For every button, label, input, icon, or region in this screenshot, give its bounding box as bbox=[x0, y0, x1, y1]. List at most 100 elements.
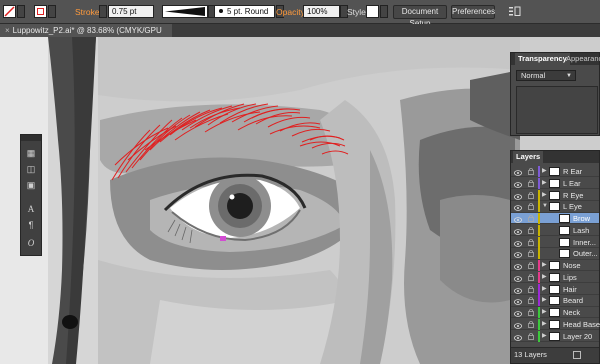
layer-row[interactable]: Outer... bbox=[511, 248, 599, 260]
layer-name: Hair bbox=[563, 284, 577, 294]
lock-icon[interactable] bbox=[527, 226, 535, 234]
layer-row[interactable]: ▶ Hair bbox=[511, 283, 599, 295]
lock-icon[interactable] bbox=[527, 285, 535, 293]
document-tab[interactable]: ×Luppowitz_P2.ai* @ 83.68% (CMYK/GPU Pre… bbox=[0, 24, 172, 48]
layer-row[interactable]: ▶ Beard bbox=[511, 295, 599, 307]
lock-icon[interactable] bbox=[527, 202, 535, 211]
layer-row[interactable]: Inner... bbox=[511, 236, 599, 248]
layer-thumbnail bbox=[549, 178, 560, 188]
style-swatch[interactable] bbox=[366, 5, 379, 18]
lock-icon[interactable] bbox=[527, 249, 535, 258]
chevron-right-icon[interactable]: ▶ bbox=[542, 331, 547, 342]
grid-icon[interactable]: ▦ bbox=[25, 147, 37, 159]
lock-icon[interactable] bbox=[527, 320, 535, 328]
pathfinder-icon[interactable]: ▣ bbox=[25, 179, 37, 191]
stroke-weight-field[interactable]: 0.75 pt bbox=[108, 5, 154, 18]
lock-icon[interactable] bbox=[527, 296, 535, 305]
visibility-eye-icon[interactable] bbox=[514, 274, 522, 282]
variable-width-profile[interactable] bbox=[162, 5, 208, 18]
chevron-right-icon[interactable]: ▶ bbox=[542, 166, 547, 177]
layer-row[interactable]: ▶ Head Base bbox=[511, 318, 600, 331]
visibility-eye-icon[interactable] bbox=[514, 250, 522, 259]
layer-thumbnail bbox=[549, 261, 560, 270]
visibility-eye-icon[interactable] bbox=[514, 239, 522, 247]
chevron-right-icon[interactable]: ▶ bbox=[542, 178, 547, 189]
panel-grip[interactable] bbox=[21, 135, 41, 141]
opentype-icon[interactable]: O bbox=[25, 237, 37, 249]
chevron-right-icon[interactable]: ▶ bbox=[542, 272, 547, 283]
tab-layers[interactable]: Layers bbox=[513, 151, 544, 163]
lock-icon[interactable] bbox=[527, 238, 535, 246]
lock-icon[interactable] bbox=[527, 167, 535, 175]
fill-swatch[interactable] bbox=[3, 5, 16, 18]
chevron-down-icon[interactable]: ▼ bbox=[542, 201, 548, 212]
layer-row[interactable]: ▶ Layer 20 bbox=[511, 330, 599, 342]
brush-definition[interactable]: 5 pt. Round bbox=[214, 5, 275, 18]
preferences-button[interactable]: Preferences bbox=[451, 5, 495, 19]
arrange-documents-icon[interactable] bbox=[508, 5, 522, 17]
transparency-panel: Transparency Appearance Normal ▼ bbox=[510, 52, 600, 136]
visibility-eye-icon[interactable] bbox=[514, 168, 522, 176]
visibility-eye-icon[interactable] bbox=[514, 309, 522, 317]
lock-icon[interactable] bbox=[527, 308, 535, 316]
stroke-swatch[interactable] bbox=[34, 5, 47, 18]
visibility-eye-icon[interactable] bbox=[514, 333, 522, 341]
lock-icon[interactable] bbox=[527, 191, 535, 199]
layer-row[interactable]: ▶ Neck bbox=[511, 307, 599, 319]
transform-icon[interactable]: ◫ bbox=[25, 163, 37, 175]
lock-icon[interactable] bbox=[527, 273, 535, 281]
character-icon[interactable]: A bbox=[25, 203, 37, 215]
layer-row[interactable]: ▶ R Eye bbox=[511, 189, 599, 201]
layer-row[interactable]: Brow bbox=[511, 213, 599, 225]
layer-color-indicator bbox=[538, 201, 540, 213]
visibility-eye-icon[interactable] bbox=[514, 215, 522, 223]
layer-color-indicator bbox=[538, 213, 540, 224]
chevron-right-icon[interactable]: ▶ bbox=[542, 190, 547, 201]
layer-row[interactable]: ▶ L Ear bbox=[511, 177, 599, 190]
layer-row[interactable]: ▼ L Eye bbox=[511, 201, 599, 213]
visibility-eye-icon[interactable] bbox=[514, 192, 522, 200]
stroke-weight-stepper[interactable] bbox=[99, 5, 107, 18]
style-dropdown[interactable] bbox=[380, 5, 388, 18]
visibility-eye-icon[interactable] bbox=[514, 203, 522, 212]
layer-name: Head Base bbox=[563, 319, 600, 329]
layer-name: Beard bbox=[563, 296, 584, 306]
lock-icon[interactable] bbox=[527, 332, 535, 340]
lock-icon[interactable] bbox=[527, 261, 535, 269]
chevron-right-icon[interactable]: ▶ bbox=[542, 319, 547, 330]
visibility-eye-icon[interactable] bbox=[514, 180, 522, 188]
chevron-right-icon[interactable]: ▶ bbox=[542, 284, 547, 295]
chevron-right-icon[interactable]: ▶ bbox=[542, 260, 547, 271]
layer-color-indicator bbox=[538, 260, 540, 271]
blend-mode-select[interactable]: Normal ▼ bbox=[516, 70, 576, 81]
tab-appearance[interactable]: Appearance bbox=[563, 53, 600, 65]
visibility-eye-icon[interactable] bbox=[514, 321, 522, 329]
stroke-dropdown[interactable] bbox=[48, 5, 56, 18]
layer-color-indicator bbox=[538, 166, 540, 177]
layer-row[interactable]: ▶ Lips bbox=[511, 271, 599, 284]
layers-panel: Layers ▶ R Ear ▶ L Ear ▶ R Eye ▼ L Eye Brow Lash I… bbox=[510, 150, 600, 364]
lock-icon[interactable] bbox=[527, 214, 535, 222]
chevron-right-icon[interactable]: ▶ bbox=[542, 295, 547, 306]
fill-dropdown[interactable] bbox=[17, 5, 25, 18]
document-setup-button[interactable]: Document Setup bbox=[393, 5, 447, 28]
visibility-eye-icon[interactable] bbox=[514, 286, 522, 294]
layer-row[interactable]: ▶ R Ear bbox=[511, 166, 599, 178]
opacity-field[interactable]: 100% bbox=[303, 5, 340, 18]
layer-row[interactable]: Lash bbox=[511, 224, 599, 237]
chevron-right-icon[interactable]: ▶ bbox=[542, 307, 547, 318]
stroke-label[interactable]: Stroke bbox=[75, 6, 100, 18]
layer-thumbnail bbox=[549, 272, 560, 282]
locate-object-icon[interactable] bbox=[573, 351, 581, 359]
visibility-eye-icon[interactable] bbox=[514, 227, 522, 235]
tab-transparency[interactable]: Transparency bbox=[515, 53, 570, 65]
layer-row[interactable]: ▶ Nose bbox=[511, 260, 599, 272]
paragraph-icon[interactable]: ¶ bbox=[25, 219, 37, 231]
brush-dot-icon bbox=[219, 9, 223, 13]
visibility-eye-icon[interactable] bbox=[514, 262, 522, 270]
layer-name: Lips bbox=[563, 272, 577, 282]
close-tab-icon[interactable]: × bbox=[5, 26, 10, 35]
visibility-eye-icon[interactable] bbox=[514, 297, 522, 306]
chevron-down-icon: ▼ bbox=[566, 73, 572, 79]
lock-icon[interactable] bbox=[527, 179, 535, 187]
